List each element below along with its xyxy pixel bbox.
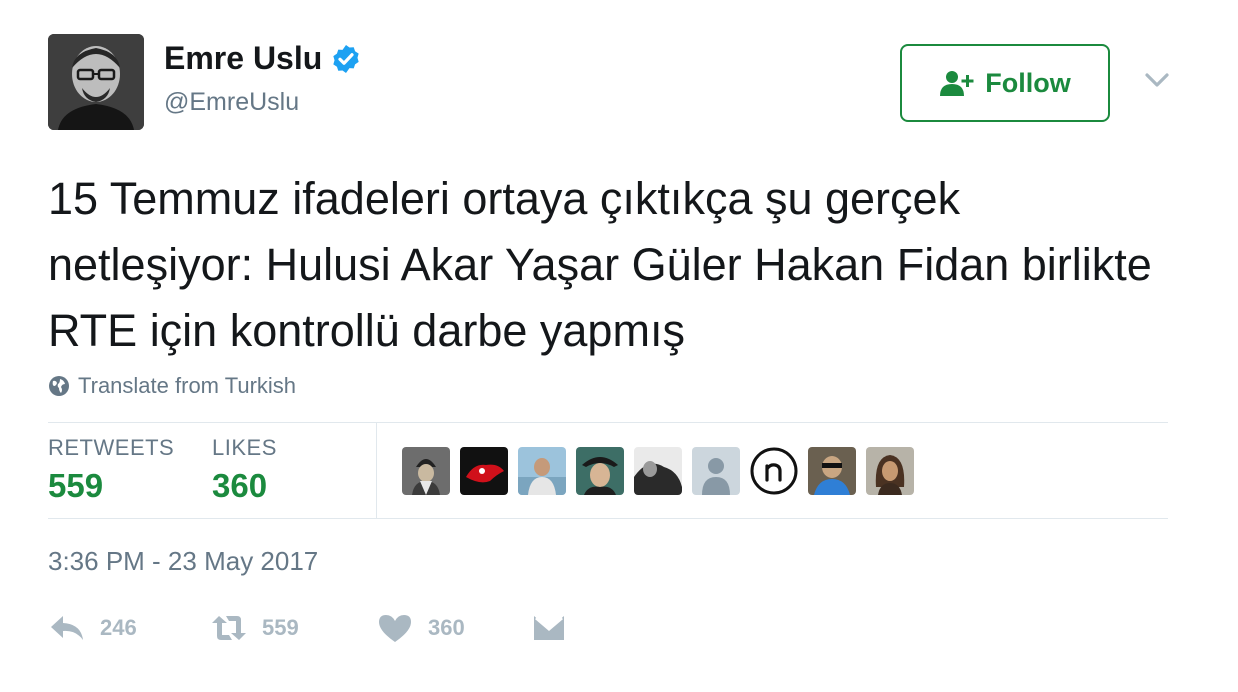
liker-avatar[interactable] bbox=[808, 447, 856, 495]
author-handle[interactable]: @EmreUslu bbox=[164, 88, 299, 117]
tweet-stats: RETWEETS 559 LIKES 360 bbox=[48, 422, 1168, 519]
author-name[interactable]: Emre Uslu bbox=[164, 40, 362, 77]
liker-avatar[interactable] bbox=[518, 447, 566, 495]
envelope-icon bbox=[534, 616, 564, 640]
tweet-timestamp[interactable]: 3:36 PM - 23 May 2017 bbox=[48, 546, 318, 577]
reply-count: 246 bbox=[100, 615, 137, 640]
liker-avatars bbox=[402, 447, 914, 495]
liker-avatar[interactable] bbox=[460, 447, 508, 495]
translate-label[interactable]: Translate from Turkish bbox=[78, 373, 296, 399]
liker-avatar[interactable] bbox=[692, 447, 740, 495]
like-button[interactable]: 360 bbox=[376, 612, 465, 644]
reply-icon bbox=[51, 616, 83, 640]
direct-message-button[interactable] bbox=[530, 612, 568, 644]
author-avatar[interactable] bbox=[48, 34, 144, 130]
add-user-icon bbox=[940, 71, 974, 96]
retweets-count: 559 bbox=[48, 467, 104, 504]
follow-button-label: Follow bbox=[985, 67, 1071, 98]
translate-link[interactable]: Translate from Turkish bbox=[48, 373, 296, 399]
reply-button[interactable]: 246 bbox=[48, 612, 137, 644]
tweet-text: 15 Temmuz ifadeleri ortaya çıktıkça şu g… bbox=[48, 173, 1152, 356]
retweet-icon bbox=[212, 616, 246, 640]
liker-avatar[interactable] bbox=[634, 447, 682, 495]
follow-button[interactable]: Follow bbox=[900, 44, 1110, 122]
chevron-down-icon[interactable] bbox=[1143, 66, 1171, 94]
retweet-button[interactable]: 559 bbox=[210, 612, 299, 644]
heart-icon bbox=[379, 615, 411, 642]
likes-label: LIKES bbox=[212, 435, 277, 460]
globe-icon bbox=[49, 376, 69, 396]
like-count: 360 bbox=[428, 615, 465, 640]
retweets-stat[interactable]: RETWEETS 559 bbox=[48, 435, 174, 505]
liker-avatar[interactable] bbox=[866, 447, 914, 495]
liker-avatar[interactable] bbox=[576, 447, 624, 495]
stats-divider bbox=[376, 423, 377, 518]
retweet-count: 559 bbox=[262, 615, 299, 640]
liker-avatar[interactable] bbox=[750, 447, 798, 495]
verified-badge-icon bbox=[333, 44, 359, 73]
likes-stat[interactable]: LIKES 360 bbox=[212, 435, 277, 505]
author-name-text[interactable]: Emre Uslu bbox=[164, 40, 322, 77]
retweets-label: RETWEETS bbox=[48, 435, 175, 460]
likes-count: 360 bbox=[212, 467, 268, 504]
liker-avatar[interactable] bbox=[402, 447, 450, 495]
